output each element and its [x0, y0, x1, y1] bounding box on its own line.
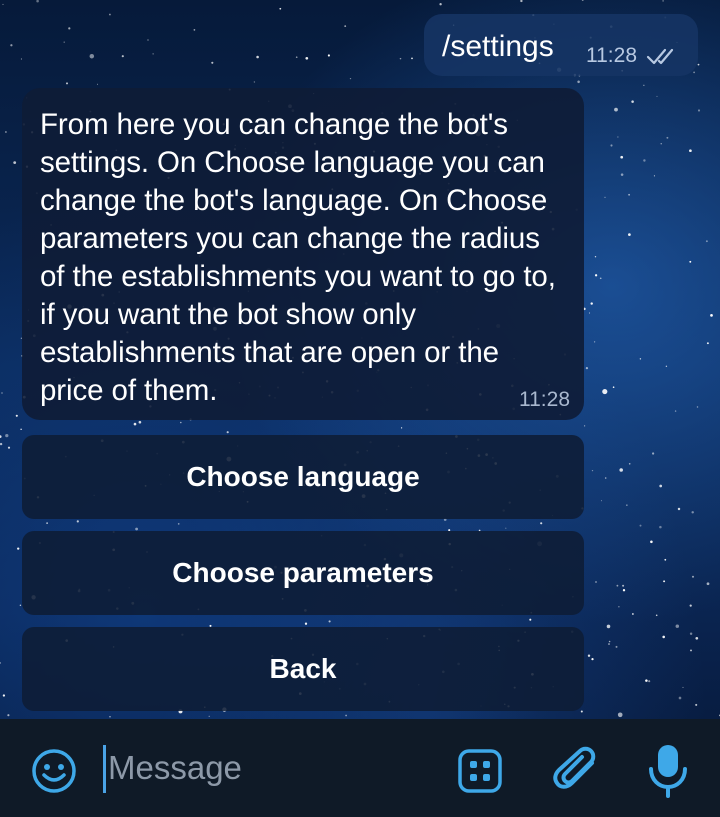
double-check-icon	[646, 48, 674, 65]
outgoing-message-text: /settings	[442, 30, 554, 63]
microphone-icon[interactable]	[646, 743, 690, 799]
incoming-message-time: 11:28	[519, 388, 570, 411]
incoming-message-text: From here you can change the bot's setti…	[40, 108, 556, 407]
outgoing-message[interactable]: /settings 11:28	[424, 14, 698, 76]
back-button[interactable]: Back	[22, 627, 584, 711]
message-composer: Message	[0, 719, 720, 817]
emoji-icon[interactable]	[30, 747, 78, 795]
text-caret	[103, 745, 106, 793]
bot-menu-icon[interactable]	[456, 747, 504, 795]
message-input[interactable]: Message	[108, 749, 242, 787]
choose-parameters-button[interactable]: Choose parameters	[22, 531, 584, 615]
choose-language-button[interactable]: Choose language	[22, 435, 584, 519]
attach-icon[interactable]	[552, 745, 602, 797]
incoming-message[interactable]: From here you can change the bot's setti…	[22, 88, 584, 420]
outgoing-message-time: 11:28	[586, 44, 637, 67]
